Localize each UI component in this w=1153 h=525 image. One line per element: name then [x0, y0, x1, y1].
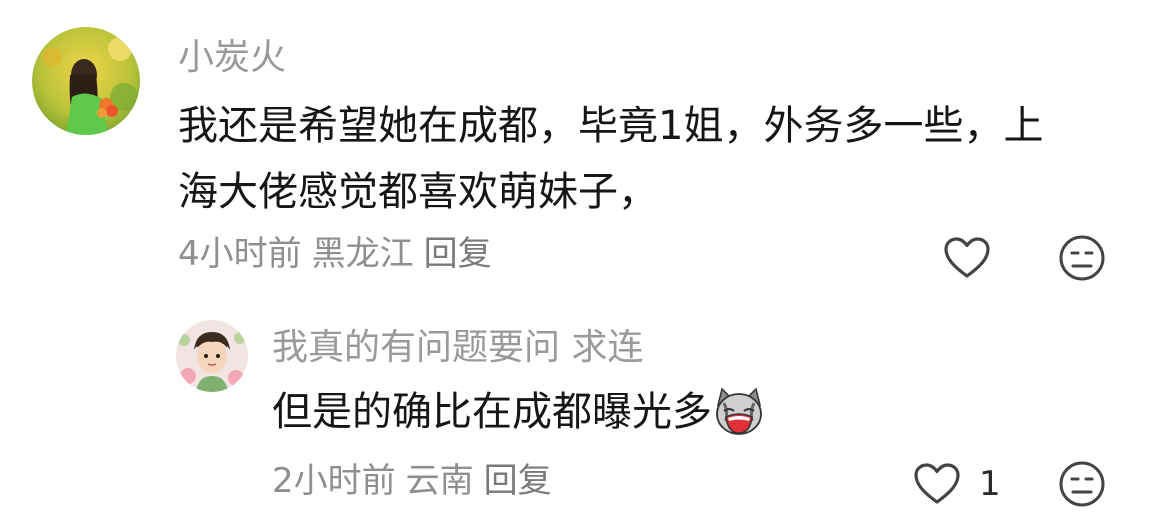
comment-meta: 4小时前 黑龙江 回复 [178, 233, 502, 275]
like-count: 1 [979, 464, 1001, 504]
user-avatar[interactable] [176, 320, 248, 392]
cat-crying-emoji [716, 387, 762, 435]
username[interactable]: 小炭火 [178, 36, 286, 80]
comment-time: 2小时前 [272, 461, 396, 501]
meh-face-icon [1059, 235, 1105, 281]
comment-location: 黑龙江 [311, 234, 414, 274]
dislike-button[interactable] [1058, 234, 1106, 282]
comment-meta: 2小时前 云南 回复 [272, 460, 562, 502]
comment-text-line: 海大佬感觉都喜欢萌妹子， [178, 169, 658, 215]
meh-face-icon [1059, 461, 1105, 507]
comment-time: 4小时前 [178, 234, 302, 274]
avatar-image [32, 27, 140, 135]
heart-outline-icon [944, 237, 990, 278]
reply-button[interactable]: 回复 [484, 461, 552, 501]
like-button[interactable] [943, 236, 1009, 280]
comment-text-content: 但是的确比在成都曝光多 [272, 389, 712, 435]
like-button[interactable]: 1 [913, 462, 1001, 506]
comment-text: 但是的确比在成都曝光多 [272, 379, 764, 445]
user-avatar[interactable] [32, 27, 140, 135]
comment-item: 小炭火 我还是希望她在成都，毕竟1姐，外务多一些，上 海大佬感觉都喜欢萌妹子， … [0, 0, 1153, 290]
reply-comment-item: 我真的有问题要问 求连 但是的确比在成都曝光多 2小时前 云南 回复 1 [0, 290, 1153, 525]
comment-text-line: 我还是希望她在成都，毕竟1姐，外务多一些，上 [178, 103, 1044, 149]
reply-button[interactable]: 回复 [424, 234, 492, 274]
username[interactable]: 我真的有问题要问 求连 [272, 326, 643, 370]
avatar-image [176, 320, 248, 392]
heart-outline-icon [914, 463, 960, 504]
comment-location: 云南 [405, 461, 474, 501]
dislike-button[interactable] [1058, 460, 1106, 508]
